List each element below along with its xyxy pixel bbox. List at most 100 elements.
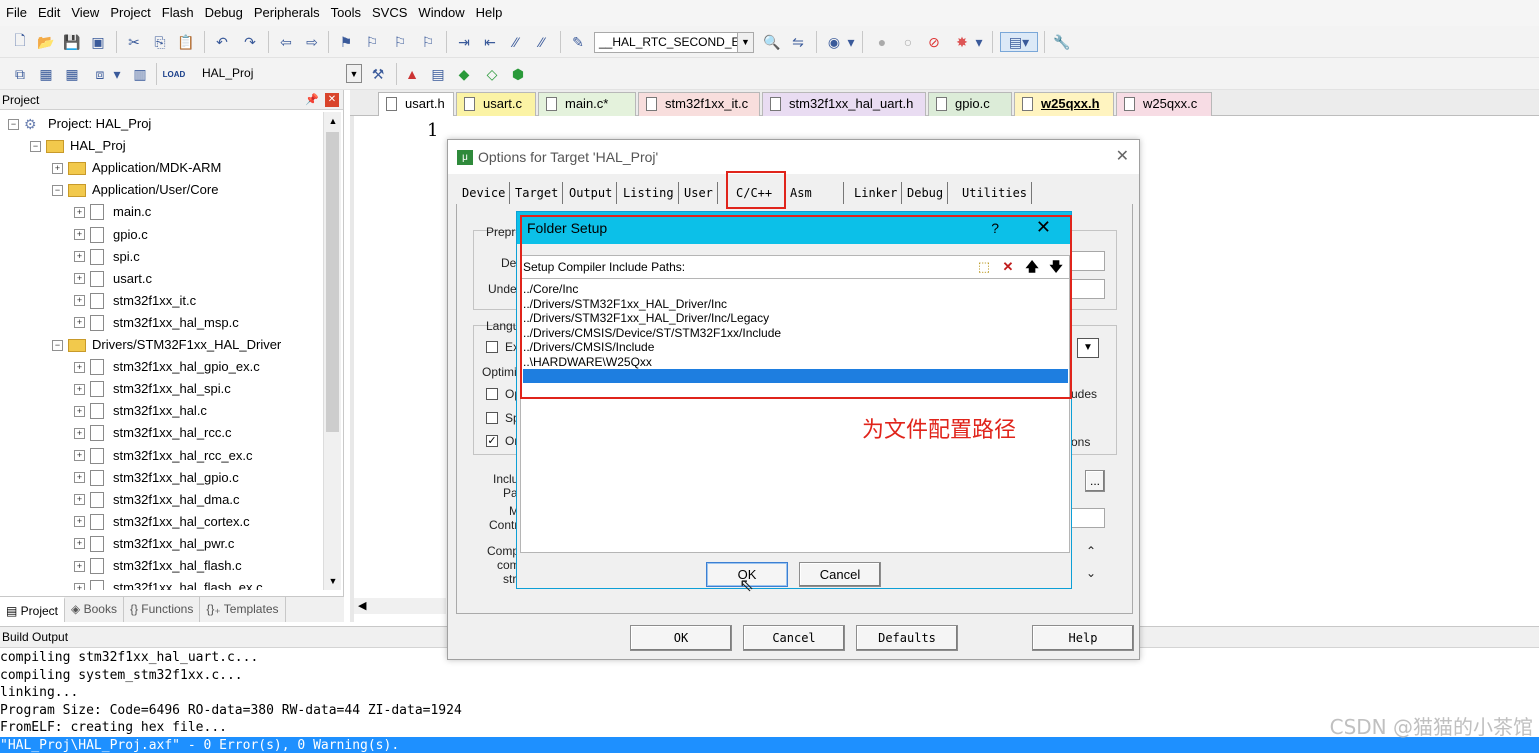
tree-item[interactable]: + stm32f1xx_hal_spi.c bbox=[74, 378, 231, 400]
tab-target[interactable]: Target bbox=[515, 182, 564, 204]
tab-templates[interactable]: {}₊ Templates bbox=[200, 597, 286, 622]
breakpoint-icon[interactable]: ● bbox=[872, 32, 892, 52]
tree-item[interactable]: + usart.c bbox=[74, 268, 152, 290]
expand-icon[interactable]: + bbox=[74, 229, 85, 240]
bookmark-prev-icon[interactable]: ⚐ bbox=[362, 32, 382, 52]
folder-cancel-button[interactable]: Cancel bbox=[799, 562, 881, 587]
editor-tab[interactable]: w25qxx.c bbox=[1116, 92, 1212, 116]
options-help-button[interactable]: Help bbox=[1032, 625, 1134, 651]
expand-icon[interactable]: + bbox=[74, 427, 85, 439]
editor-tab[interactable]: usart.c bbox=[456, 92, 536, 116]
save-all-icon[interactable]: ▣ bbox=[88, 32, 108, 52]
undo-icon[interactable]: ↶ bbox=[212, 32, 232, 52]
chevron-down-icon[interactable]: ▼ bbox=[1077, 338, 1099, 358]
batch-build-icon[interactable]: ⧈ bbox=[90, 64, 110, 84]
tree-item[interactable]: − HAL_Proj bbox=[30, 135, 126, 157]
tab-asm[interactable]: Asm bbox=[790, 182, 844, 204]
editor-tab[interactable]: stm32f1xx_hal_uart.h bbox=[762, 92, 926, 116]
expand-icon[interactable]: + bbox=[74, 251, 85, 263]
menu-svcs[interactable]: SVCS bbox=[370, 0, 416, 26]
browse-include-paths-button[interactable]: ... bbox=[1085, 470, 1105, 492]
scroll-up-icon[interactable]: ⌃ bbox=[1086, 544, 1096, 558]
tree-item[interactable]: + stm32f1xx_hal.c bbox=[74, 400, 207, 422]
expand-icon[interactable]: + bbox=[74, 582, 85, 590]
tree-item[interactable]: + stm32f1xx_hal_flash.c bbox=[74, 555, 242, 577]
options-ok-button[interactable]: OK bbox=[630, 625, 732, 651]
menu-flash[interactable]: Flash bbox=[160, 0, 203, 26]
menu-tools[interactable]: Tools bbox=[329, 0, 370, 26]
chevron-down-icon[interactable]: ▼ bbox=[737, 33, 753, 52]
select-software-packs-icon[interactable]: ◇ bbox=[482, 64, 502, 84]
collapse-icon[interactable]: − bbox=[52, 184, 63, 196]
menu-peripherals[interactable]: Peripherals bbox=[252, 0, 329, 26]
expand-icon[interactable]: + bbox=[74, 516, 85, 528]
unindent-icon[interactable]: ⇤ bbox=[480, 32, 500, 52]
expand-icon[interactable]: + bbox=[74, 206, 85, 218]
breakpoint-clear-icon[interactable]: ⊘ bbox=[924, 32, 944, 52]
tree-item[interactable]: + stm32f1xx_it.c bbox=[74, 290, 196, 312]
editor-tab[interactable]: w25qxx.h bbox=[1014, 92, 1114, 116]
menu-window[interactable]: Window bbox=[416, 0, 473, 26]
expand-icon[interactable]: + bbox=[74, 295, 85, 307]
expand-icon[interactable]: + bbox=[74, 273, 85, 285]
expand-icon[interactable]: + bbox=[74, 317, 85, 329]
expand-icon[interactable]: + bbox=[74, 472, 85, 484]
comment-icon[interactable]: ⁄⁄ bbox=[506, 32, 526, 52]
menu-help[interactable]: Help bbox=[474, 0, 512, 26]
tree-item[interactable]: + spi.c bbox=[74, 246, 140, 268]
chevron-down-icon[interactable]: ▾ bbox=[974, 32, 984, 52]
chevron-down-icon[interactable]: ▾ bbox=[846, 32, 856, 52]
tab-debug[interactable]: Debug bbox=[907, 182, 949, 204]
redo-icon[interactable]: ↷ bbox=[240, 32, 260, 52]
translate-icon[interactable]: ⧉ bbox=[10, 64, 30, 84]
editor-horizontal-scrollbar[interactable]: ◀ bbox=[354, 598, 446, 614]
pin-icon[interactable]: 📌 bbox=[305, 90, 319, 110]
incremental-find-icon[interactable]: ⇋ bbox=[788, 32, 808, 52]
tree-item[interactable]: + stm32f1xx_hal_msp.c bbox=[74, 312, 239, 334]
split-load-store-checkbox[interactable] bbox=[486, 412, 498, 424]
target-combo[interactable]: HAL_Proj ▼ bbox=[198, 64, 362, 85]
expand-icon[interactable]: + bbox=[74, 450, 85, 461]
tab-books[interactable]: ◈ Books bbox=[65, 597, 124, 622]
tree-item[interactable]: + stm32f1xx_hal_flash_ex.c bbox=[74, 577, 263, 590]
tree-item[interactable]: + stm32f1xx_hal_cortex.c bbox=[74, 511, 250, 533]
load-icon[interactable]: LOAD bbox=[163, 64, 186, 84]
window-layout-icon[interactable]: ▤▾ bbox=[1000, 32, 1038, 52]
bookmark-clear-icon[interactable]: ⚐ bbox=[418, 32, 438, 52]
copy-icon[interactable]: ⎘ bbox=[150, 32, 170, 52]
menu-debug[interactable]: Debug bbox=[203, 0, 252, 26]
save-icon[interactable]: 💾 bbox=[62, 32, 82, 52]
optimize-time-checkbox[interactable] bbox=[486, 388, 498, 400]
menu-project[interactable]: Project bbox=[108, 0, 159, 26]
expand-icon[interactable]: + bbox=[74, 383, 85, 395]
scroll-thumb[interactable] bbox=[326, 132, 339, 432]
execute-only-checkbox[interactable] bbox=[486, 341, 498, 353]
scroll-down-icon[interactable]: ⌄ bbox=[1086, 566, 1096, 580]
pack-installer-icon[interactable]: ◆ bbox=[454, 64, 474, 84]
tab-device[interactable]: Device bbox=[462, 182, 511, 204]
editor-tab[interactable]: main.c* bbox=[538, 92, 636, 116]
configure-icon[interactable]: 🔧 bbox=[1052, 32, 1072, 52]
file-extensions-icon[interactable]: ▤ bbox=[428, 64, 448, 84]
close-icon[interactable]: ✕ bbox=[1116, 140, 1129, 174]
menu-edit[interactable]: Edit bbox=[36, 0, 69, 26]
nav-forward-icon[interactable]: ⇨ bbox=[302, 32, 322, 52]
expand-icon[interactable]: + bbox=[74, 361, 85, 373]
editor-tab[interactable]: gpio.c bbox=[928, 92, 1012, 116]
tree-item[interactable]: + stm32f1xx_hal_rcc_ex.c bbox=[74, 445, 252, 467]
options-defaults-button[interactable]: Defaults bbox=[856, 625, 958, 651]
tab-user[interactable]: User bbox=[684, 182, 718, 204]
tree-item[interactable]: + stm32f1xx_hal_pwr.c bbox=[74, 533, 234, 555]
tree-item[interactable]: − Drivers/STM32F1xx_HAL_Driver bbox=[52, 334, 281, 356]
scroll-down-icon[interactable]: ▼ bbox=[324, 572, 342, 590]
one-elf-section-checkbox[interactable]: ✓ bbox=[486, 435, 498, 447]
bookmark-icon[interactable]: ⚑ bbox=[336, 32, 356, 52]
cut-icon[interactable]: ✂ bbox=[124, 32, 144, 52]
expand-icon[interactable]: + bbox=[74, 560, 85, 572]
collapse-icon[interactable]: − bbox=[30, 140, 41, 152]
breakpoint-kill-icon[interactable]: ✸ bbox=[952, 32, 972, 52]
scroll-left-icon[interactable]: ◀ bbox=[358, 600, 366, 612]
find-icon[interactable]: 🔍 bbox=[762, 32, 782, 52]
tree-item[interactable]: − Application/User/Core bbox=[52, 179, 218, 201]
tab-output[interactable]: Output bbox=[569, 182, 618, 204]
